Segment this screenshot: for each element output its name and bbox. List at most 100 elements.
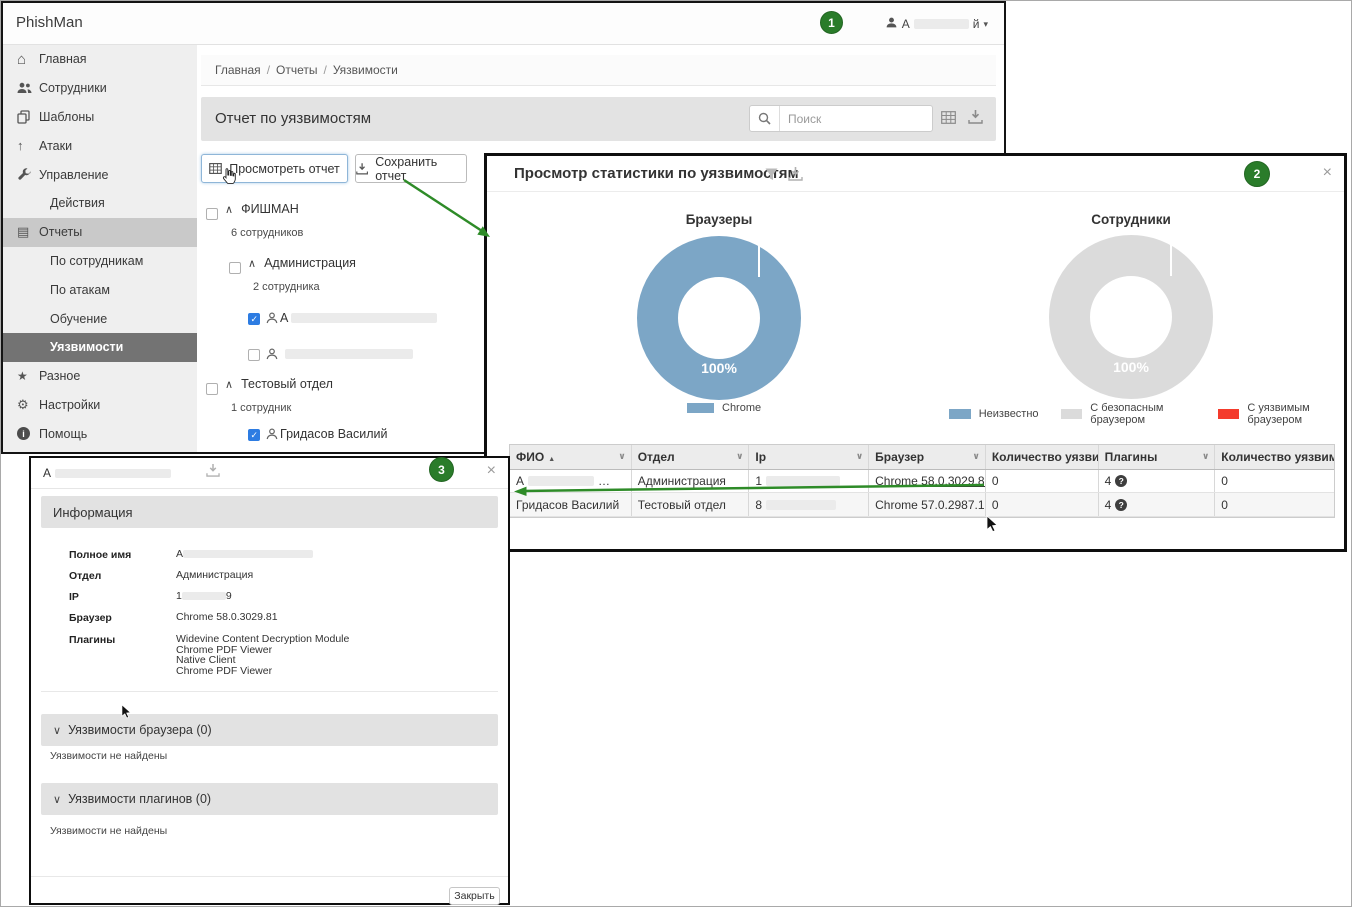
dept1-name: Администрация — [264, 256, 356, 270]
browser-vuln-section-header[interactable]: Уязвимости браузера (0) — [41, 714, 498, 746]
employee-checkbox[interactable] — [248, 349, 260, 361]
employee-checkbox[interactable] — [248, 313, 260, 325]
chevron-down-icon: ▾ — [983, 18, 988, 29]
collapse-icon[interactable] — [248, 256, 256, 270]
download-icon[interactable] — [788, 167, 803, 186]
screenshot-canvas: PhishMan А й ▾ Главная Сотрудники Шаблон… — [0, 0, 1352, 907]
sidebar-item-vulnerabilities[interactable]: Уязвимости — [3, 332, 197, 362]
sidebar-item-reports[interactable]: Отчеты — [3, 217, 197, 247]
browser-link[interactable]: Chrome 57.0.2987.133 — [875, 498, 985, 512]
app-brand: PhishMan — [16, 14, 83, 31]
employee-detail-modal: А Информация Полное имя А Отдел Админист… — [29, 456, 510, 905]
column-header-plugins[interactable]: Плагины — [1099, 445, 1216, 469]
ip-redacted — [181, 592, 226, 601]
cell-plugin-vuln-count: 0 — [1221, 474, 1228, 488]
sidebar-item-label: Управление — [39, 167, 109, 182]
sidebar-item-actions[interactable]: Действия — [3, 189, 197, 218]
sidebar-item-help[interactable]: i Помощь — [3, 419, 197, 448]
cell-plugin-vuln-count: 0 — [1221, 497, 1228, 512]
breadcrumb-item-main[interactable]: Главная — [215, 63, 261, 77]
column-header-browser[interactable]: Браузер — [869, 445, 986, 469]
column-header-plugin-vuln-count[interactable]: Количество уязвим... — [1215, 445, 1334, 469]
help-icon[interactable]: ? — [1115, 498, 1128, 511]
sidebar-item-management[interactable]: Управление — [3, 160, 197, 189]
save-report-button[interactable]: Сохранить отчет — [355, 154, 467, 183]
sidebar-item-settings[interactable]: Настройки — [3, 391, 197, 420]
field-label-plugins: Плагины — [69, 634, 116, 646]
cell-plugins: 4? — [1099, 493, 1216, 516]
legend-swatch — [1060, 409, 1083, 419]
employee-checkbox[interactable] — [248, 429, 260, 441]
person-icon — [266, 347, 278, 365]
annotation-badge-3: 3 — [429, 457, 454, 482]
plugin-vuln-section-header[interactable]: Уязвимости плагинов (0) — [41, 783, 498, 815]
detail-title-redacted — [55, 468, 172, 478]
collapse-icon[interactable] — [225, 202, 233, 216]
legend-label: Неизвестно — [978, 408, 1039, 420]
star-icon — [17, 369, 39, 383]
close-icon[interactable] — [487, 462, 496, 480]
info-section-header: Информация — [41, 496, 498, 528]
chevron-down-icon[interactable] — [736, 451, 743, 462]
gears-icon — [17, 397, 39, 413]
sidebar-item-misc[interactable]: Разное — [3, 362, 197, 391]
stats-modal-title: Просмотр статистики по уязвимостям — [514, 165, 799, 182]
user-name-redacted — [913, 19, 969, 29]
table-row[interactable]: Гридасов Василий Тестовый отдел 8 Chrome… — [510, 493, 1334, 517]
column-header-fio[interactable]: ФИО — [510, 445, 632, 469]
chevron-down-icon[interactable] — [856, 451, 863, 462]
breadcrumb-item-reports[interactable]: Отчеты — [276, 63, 317, 77]
download-icon[interactable] — [206, 464, 220, 482]
report-title-bar: Отчет по уязвимостям — [201, 97, 996, 141]
chart-title-browsers: Браузеры — [685, 212, 753, 227]
detail-title-prefix: А — [43, 466, 52, 480]
sidebar-item-main[interactable]: Главная — [3, 45, 197, 74]
sidebar-item-employees[interactable]: Сотрудники — [3, 74, 197, 103]
tree-node-dept1[interactable]: Администрация — [248, 256, 356, 270]
sidebar-item-attacks[interactable]: Атаки — [3, 131, 197, 160]
collapse-icon[interactable] — [225, 377, 233, 391]
dept-checkbox[interactable] — [206, 383, 218, 395]
chevron-down-icon[interactable] — [973, 451, 980, 462]
sidebar-item-by-attacks[interactable]: По атакам — [3, 275, 197, 304]
expand-icon — [53, 723, 61, 737]
download-icon[interactable] — [968, 110, 983, 129]
sidebar-item-training[interactable]: Обучение — [3, 304, 197, 333]
sidebar-item-templates[interactable]: Шаблоны — [3, 103, 197, 132]
browser-vuln-empty-text: Уязвимости не найдены — [50, 750, 168, 762]
top-navbar: PhishMan А й ▾ — [3, 3, 1004, 45]
column-header-vuln-count[interactable]: Количество уязвим... — [986, 445, 1099, 469]
user-menu[interactable]: А й ▾ — [885, 16, 988, 32]
close-button[interactable]: Закрыть — [449, 887, 500, 905]
browser-link[interactable]: Chrome 58.0.3029.81 — [875, 474, 985, 488]
tree-node-company[interactable]: ФИШМАН — [225, 202, 299, 216]
employees-donut-chart: 100% — [1049, 235, 1213, 399]
table-icon — [209, 163, 223, 174]
company-checkbox[interactable] — [206, 208, 218, 220]
column-header-ip[interactable]: Ip — [749, 445, 870, 469]
cell-ip: 1 — [749, 470, 870, 492]
chevron-down-icon[interactable] — [618, 451, 625, 462]
field-value-plugins: Widevine Content Decryption Module Chrom… — [176, 633, 350, 677]
column-header-dept[interactable]: Отдел — [632, 445, 750, 469]
legend-swatch — [949, 409, 971, 419]
footer-divider — [31, 876, 508, 877]
tree-node-dept2[interactable]: Тестовый отдел — [225, 377, 333, 391]
dept-checkbox[interactable] — [229, 262, 241, 274]
table-view-icon[interactable] — [941, 110, 956, 129]
chevron-down-icon[interactable] — [1202, 451, 1209, 462]
table-row[interactable]: А… Администрация 1 Chrome 58.0.3029.81 0… — [510, 470, 1334, 493]
annotation-badge-2: 2 — [1244, 161, 1270, 187]
close-icon[interactable] — [1323, 164, 1332, 182]
cell-fio: А… — [510, 470, 632, 492]
help-icon[interactable]: ? — [1115, 475, 1128, 487]
field-value-browser: Chrome 58.0.3029.81 — [176, 611, 278, 623]
breadcrumb-separator: / — [323, 63, 327, 77]
browsers-donut-chart: 100% — [637, 236, 801, 400]
donut-center-label: 100% — [1113, 359, 1149, 375]
search-input[interactable] — [780, 111, 932, 126]
filter-icon[interactable] — [765, 168, 778, 186]
sidebar-item-by-employees[interactable]: По сотрудникам — [3, 247, 197, 276]
employee-name-redacted — [285, 349, 413, 359]
view-report-button[interactable]: Просмотреть отчет — [201, 154, 348, 183]
